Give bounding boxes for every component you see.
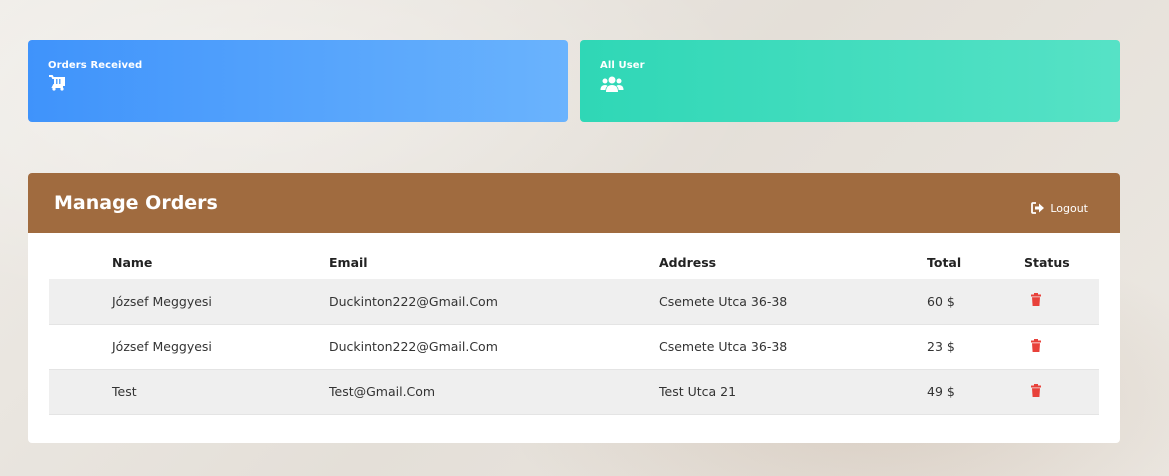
cell-name: József Meggyesi: [49, 324, 329, 370]
column-header-status: Status: [1024, 254, 1070, 270]
cell-total: 60 $: [927, 279, 1024, 325]
all-user-label: All User: [600, 60, 645, 71]
table-row: József Meggyesi Duckinton222@Gmail.Com C…: [49, 279, 1099, 325]
users-icon: [600, 76, 624, 92]
orders-table: Name Email Address Total Status József M…: [49, 247, 1099, 415]
cell-email: Test@Gmail.Com: [329, 369, 659, 415]
logout-label: Logout: [1050, 201, 1088, 215]
column-header-name: Name: [112, 254, 153, 270]
cell-address: Csemete Utca 36-38: [659, 279, 927, 325]
orders-received-label: Orders Received: [48, 60, 143, 71]
cell-email: Duckinton222@Gmail.Com: [329, 324, 659, 370]
cell-name: József Meggyesi: [49, 279, 329, 325]
cell-total: 23 $: [927, 324, 1024, 370]
column-header-email: Email: [329, 254, 368, 270]
cell-address: Csemete Utca 36-38: [659, 324, 927, 370]
panel-header: Manage Orders Logout: [28, 173, 1120, 233]
all-user-card[interactable]: All User: [580, 40, 1120, 122]
manage-orders-panel: Manage Orders Logout Name Email Address …: [28, 173, 1120, 443]
cell-status: [1024, 279, 1099, 325]
trash-icon[interactable]: [1031, 383, 1041, 397]
column-header-total: Total: [927, 254, 962, 270]
column-header-address: Address: [659, 254, 717, 270]
cell-total: 49 $: [927, 369, 1024, 415]
cart-icon: [49, 75, 65, 91]
sign-out-icon: [1031, 202, 1045, 214]
trash-icon[interactable]: [1031, 293, 1041, 307]
cell-address: Test Utca 21: [659, 369, 927, 415]
cell-status: [1024, 324, 1099, 370]
cell-email: Duckinton222@Gmail.Com: [329, 279, 659, 325]
page-title: Manage Orders: [54, 192, 218, 214]
logout-button[interactable]: Logout: [1031, 202, 1088, 215]
table-row: József Meggyesi Duckinton222@Gmail.Com C…: [49, 324, 1099, 370]
orders-received-card[interactable]: Orders Received: [28, 40, 568, 122]
trash-icon[interactable]: [1031, 338, 1041, 352]
cell-status: [1024, 369, 1099, 415]
cell-name: Test: [49, 369, 329, 415]
table-row: Test Test@Gmail.Com Test Utca 21 49 $: [49, 369, 1099, 415]
table-header-row: Name Email Address Total Status: [49, 247, 1099, 279]
